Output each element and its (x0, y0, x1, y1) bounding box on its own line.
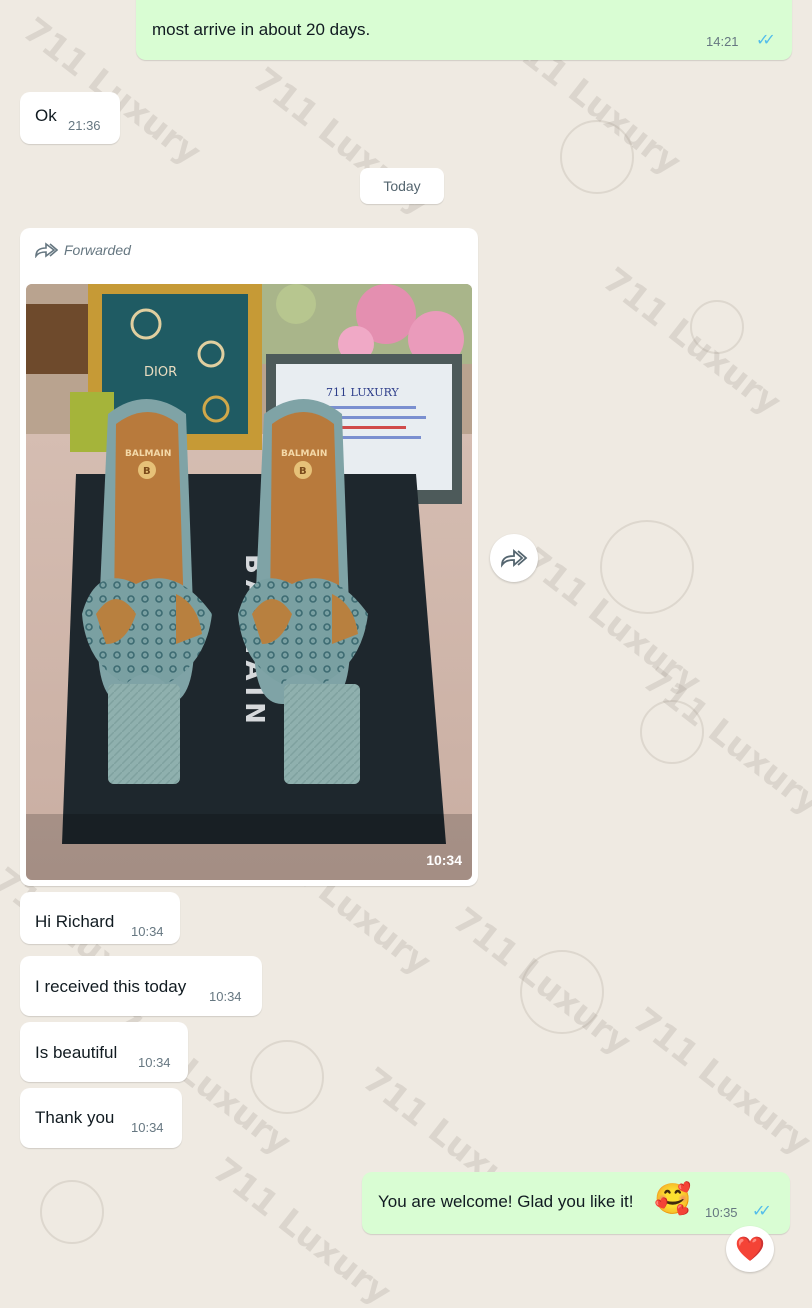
message-text: Is beautiful (35, 1043, 118, 1062)
message-text: Thank you (35, 1108, 115, 1127)
perfume-brand-text: DIOR (144, 365, 177, 380)
watermark: 711 Luxury (625, 1000, 812, 1164)
insole-brand-text: BALMAIN (281, 449, 327, 459)
message-bubble-incoming[interactable]: I received this today 10:34 (20, 956, 262, 1016)
read-receipt-icon: ✓✓ (752, 1203, 772, 1220)
image-time: 10:34 (426, 852, 462, 868)
insole-monogram: B (299, 466, 307, 477)
message-text: most arrive in about 20 days. (152, 20, 371, 39)
message-bubble-forwarded-image[interactable]: Forwarded DIOR 711 LUXURY BALMAIN B BALM… (20, 228, 478, 886)
insole-brand-text: BALMAIN (125, 449, 171, 459)
message-time: 10:34 (138, 1055, 171, 1070)
watermark: 711 Luxury (595, 260, 789, 424)
date-chip-label: Today (383, 178, 421, 194)
watermark: 711 Luxury (635, 660, 812, 824)
message-time: 21:36 (68, 118, 101, 133)
message-bubble-outgoing[interactable]: You are welcome! Glad you like it! 🥰 10:… (362, 1172, 790, 1234)
smiling-face-with-hearts-emoji: 🥰 (654, 1183, 692, 1216)
message-bubble-incoming[interactable]: Thank you 10:34 (20, 1088, 182, 1148)
reaction-heart-icon[interactable]: ❤️ (726, 1226, 774, 1272)
message-time: 10:34 (209, 989, 242, 1004)
message-time: 10:34 (131, 924, 164, 939)
forwarded-indicator: Forwarded (34, 242, 131, 258)
watermark: 711 Luxury (515, 540, 709, 704)
message-time: 10:34 (131, 1120, 164, 1135)
forward-button[interactable] (490, 534, 538, 582)
message-text: Hi Richard (35, 912, 115, 931)
message-text: I received this today (35, 977, 187, 996)
date-chip: Today (360, 168, 444, 204)
message-bubble-incoming[interactable]: Is beautiful 10:34 (20, 1022, 188, 1082)
forward-icon (501, 549, 528, 568)
shoe-photo[interactable]: DIOR 711 LUXURY BALMAIN BALMAIN (26, 284, 472, 880)
forwarded-label: Forwarded (64, 242, 131, 258)
message-bubble-incoming[interactable]: Ok 21:36 (20, 92, 120, 144)
insole-monogram: B (143, 466, 151, 477)
watermark: 711 Luxury (445, 900, 639, 1064)
message-bubble-outgoing[interactable]: most arrive in about 20 days. 14:21 ✓✓ (136, 0, 792, 60)
forwarded-icon (35, 242, 58, 258)
message-time: 14:21 (706, 34, 739, 49)
message-text: Ok (35, 106, 57, 125)
read-receipt-icon: ✓✓ (756, 32, 776, 49)
message-bubble-incoming[interactable]: Hi Richard 10:34 (20, 892, 180, 944)
message-time: 10:35 (705, 1205, 738, 1220)
photo-illustration: DIOR 711 LUXURY BALMAIN BALMAIN (26, 284, 472, 880)
message-text: You are welcome! Glad you like it! (378, 1192, 634, 1211)
card-title-text: 711 LUXURY (326, 386, 400, 399)
